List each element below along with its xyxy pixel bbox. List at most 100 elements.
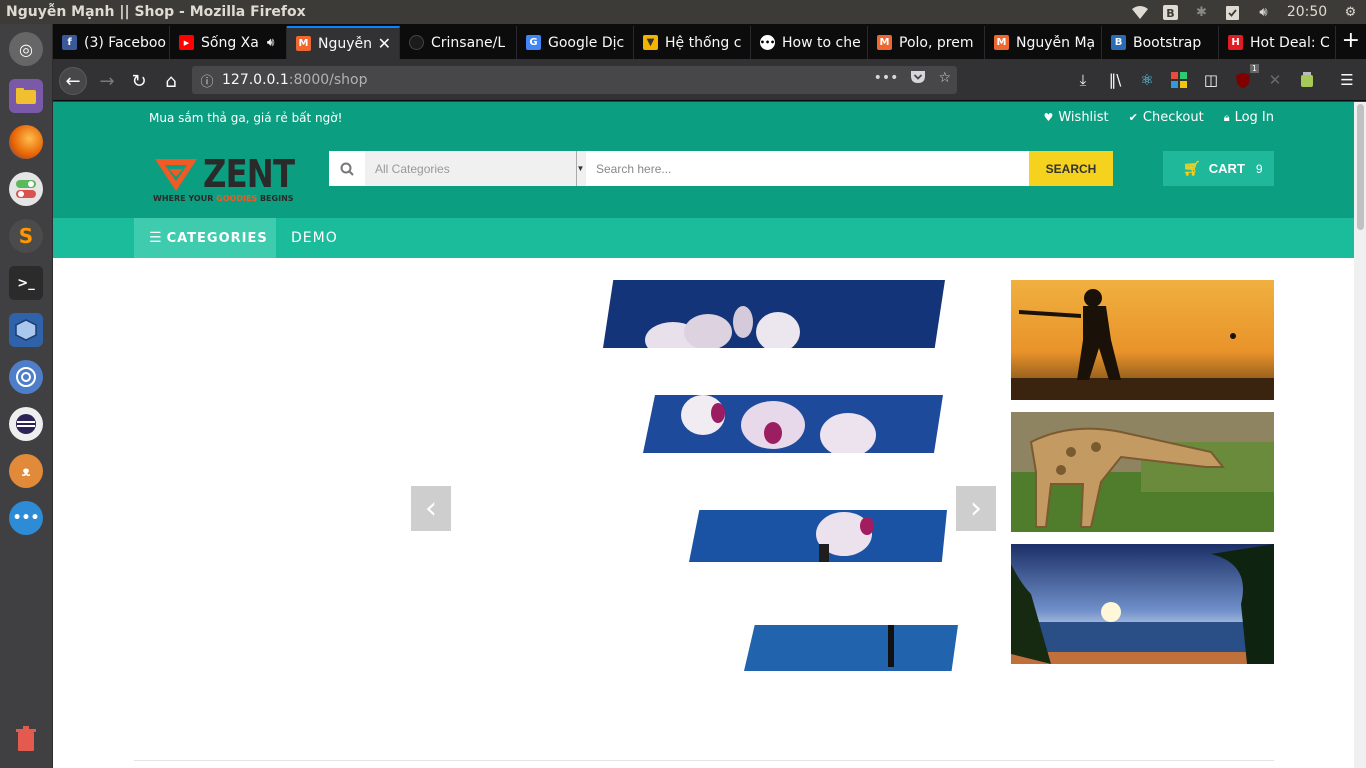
tab-label: Hot Deal: C	[1250, 34, 1330, 51]
login-link[interactable]: 🔒︎ Log In	[1224, 110, 1274, 125]
new-tab-icon[interactable]: +	[1342, 28, 1360, 53]
wishlist-link[interactable]: ♥ Wishlist	[1043, 110, 1108, 125]
ublock-badge: 1	[1249, 64, 1259, 73]
tab-label: How to che	[782, 34, 861, 51]
tab-youtube[interactable]: ▶ Sống Xa 🔊︎	[170, 26, 287, 59]
tab-label: Hệ thống c	[665, 34, 742, 51]
cart-button[interactable]: 🛒︎ CART 9	[1163, 151, 1274, 186]
category-select[interactable]: All Categories ▼	[365, 151, 586, 186]
checkout-link[interactable]: ✔ Checkout	[1129, 110, 1204, 125]
clock[interactable]: 20:50	[1279, 0, 1335, 24]
cart-icon: 🛒︎	[1183, 160, 1201, 176]
bootstrap-icon: B	[1111, 35, 1126, 50]
clipboard-icon[interactable]	[1217, 0, 1248, 24]
download-icon[interactable]: ⤓	[1073, 70, 1093, 90]
tab-bootstrap[interactable]: B Bootstrap	[1102, 26, 1219, 59]
library-icon[interactable]: ‖\	[1105, 70, 1125, 90]
demo-menu-link[interactable]: DEMO	[291, 230, 338, 246]
react-devtools-icon[interactable]: ⚛	[1137, 70, 1157, 90]
trash-icon[interactable]	[9, 722, 43, 756]
promo-text: Mua sắm thả ga, giá rẻ bất ngờ!	[149, 111, 343, 125]
chromium-icon[interactable]	[9, 360, 43, 394]
tab-label: Nguyễn Mạ	[1016, 34, 1096, 51]
site-logo[interactable]: ZENT WHERE YOUR GOODIES BEGINS	[151, 152, 295, 204]
extension-x-icon[interactable]: ✕	[1265, 70, 1285, 90]
gear-icon[interactable]: ⚙︎	[1335, 0, 1366, 24]
search-input[interactable]	[586, 151, 1029, 186]
tab-nguyen-ma[interactable]: M Nguyễn Mạ	[985, 26, 1102, 59]
banner-giraffe[interactable]	[1011, 412, 1274, 532]
more-apps-icon[interactable]: •••	[9, 501, 43, 535]
terminal-icon[interactable]: >_	[9, 266, 43, 300]
logo-tagline: WHERE YOUR GOODIES BEGINS	[153, 194, 294, 203]
site-header: ZENT WHERE YOUR GOODIES BEGINS All Categ…	[53, 136, 1354, 218]
tab-shop-active[interactable]: M Nguyễn ✕	[287, 26, 400, 59]
chevron-down-icon: ▼	[576, 151, 584, 186]
site-info-icon[interactable]: ⓘ	[192, 71, 222, 90]
hamburger-menu-icon[interactable]: ☰	[1337, 70, 1357, 90]
system-top-panel: Nguyễn Mạnh || Shop - Mozilla Firefox B …	[0, 0, 1366, 24]
url-actions: ••• ☆	[874, 70, 951, 88]
virtualbox-icon[interactable]	[9, 313, 43, 347]
bitwarden-icon[interactable]: B	[1155, 0, 1186, 24]
tag-after: BEGINS	[257, 194, 294, 203]
close-tab-icon[interactable]: ✕	[378, 34, 391, 53]
browser-tab-strip: f (3) Faceboo ▶ Sống Xa 🔊︎ M Nguyễn ✕ Cr…	[53, 24, 1366, 59]
tab-label: Nguyễn	[318, 35, 373, 52]
wishlist-label: Wishlist	[1058, 110, 1109, 125]
speaker-icon[interactable]: 🔊︎	[267, 35, 275, 50]
firefox-icon[interactable]	[9, 125, 43, 159]
main-menu: ☰ CATEGORIES DEMO	[53, 218, 1354, 258]
tab-polo[interactable]: M Polo, prem	[868, 26, 985, 59]
volume-icon[interactable]: 🔊︎	[1248, 0, 1279, 24]
window-title: Nguyễn Mạnh || Shop - Mozilla Firefox	[6, 4, 306, 20]
reload-icon[interactable]: ↻	[125, 67, 153, 95]
ubuntu-logo-icon[interactable]: ◎	[9, 32, 43, 66]
web-page: Mua sắm thả ga, giá rẻ bất ngờ! ♥ Wishlis…	[53, 102, 1354, 768]
slider-next-button[interactable]: ›	[956, 486, 996, 531]
bookmark-star-icon[interactable]: ☆	[938, 70, 951, 88]
tab-google-translate[interactable]: G Google Dịc	[517, 26, 634, 59]
search-icon	[329, 151, 365, 186]
home-icon[interactable]: ⌂	[157, 67, 185, 95]
categories-menu-button[interactable]: ☰ CATEGORIES	[134, 218, 276, 258]
categories-label: CATEGORIES	[166, 230, 268, 246]
pocket-icon[interactable]	[910, 70, 926, 88]
forward-arrow-icon[interactable]: →	[93, 67, 121, 95]
url-bar[interactable]: ⓘ 127.0.0.1:8000/shop ••• ☆	[192, 66, 957, 94]
back-arrow-icon[interactable]: ←	[59, 67, 87, 95]
ublock-icon[interactable]: 1	[1233, 64, 1259, 90]
sublime-icon[interactable]: S	[9, 219, 43, 253]
banner-beach-sunset[interactable]	[1011, 544, 1274, 664]
eclipse-icon[interactable]	[9, 407, 43, 441]
svg-text:B: B	[1166, 7, 1174, 20]
bluetooth-icon[interactable]: ✱	[1186, 0, 1217, 24]
tab-he-thong[interactable]: ▼ Hệ thống c	[634, 26, 751, 59]
category-selected: All Categories	[375, 161, 450, 176]
sidebar-icon[interactable]: ◫	[1201, 70, 1221, 90]
page-actions-icon[interactable]: •••	[874, 70, 899, 88]
facebook-icon: f	[62, 35, 77, 50]
wifi-icon[interactable]	[1124, 0, 1155, 24]
slider-image-slice	[603, 280, 945, 348]
scrollbar-thumb[interactable]	[1357, 104, 1364, 230]
slider-prev-button[interactable]: ‹	[411, 486, 451, 531]
search-button[interactable]: SEARCH	[1029, 151, 1113, 186]
login-label: Log In	[1234, 110, 1274, 125]
tab-how-to[interactable]: ••• How to che	[751, 26, 868, 59]
files-icon[interactable]	[9, 79, 43, 113]
diamond-icon: ▼	[643, 35, 658, 50]
toggle-app-icon[interactable]	[9, 172, 43, 206]
browser-nav-bar: ← → ↻ ⌂ ⓘ 127.0.0.1:8000/shop ••• ☆ ⤓ ‖\…	[53, 59, 1366, 101]
page-scrollbar[interactable]	[1354, 102, 1366, 768]
hotdeal-icon: H	[1228, 35, 1243, 50]
banner-cricket[interactable]	[1011, 280, 1274, 400]
extension-jar-icon[interactable]	[1297, 70, 1317, 90]
unity-launcher: ◎ S >_ ᴥ •••	[0, 24, 53, 768]
gimp-icon[interactable]: ᴥ	[9, 454, 43, 488]
tab-facebook[interactable]: f (3) Faceboo	[53, 26, 170, 59]
tab-github[interactable]: Crinsane/L	[400, 26, 517, 59]
color-picker-icon[interactable]	[1169, 70, 1189, 90]
tab-hot-deal[interactable]: H Hot Deal: C	[1219, 26, 1336, 59]
tag-highlight: GOODIES	[216, 194, 258, 203]
